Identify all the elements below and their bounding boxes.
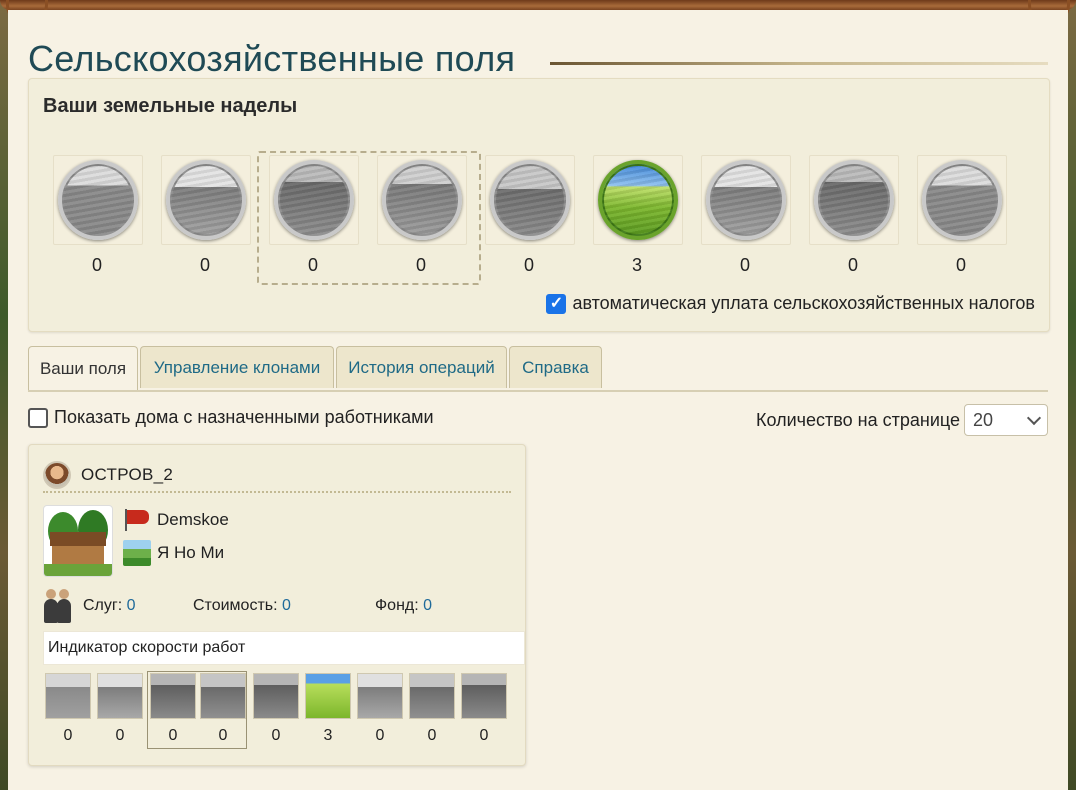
speed-label: Индикатор скорости работ bbox=[48, 639, 246, 656]
plot-tile[interactable]: 0 bbox=[917, 155, 1007, 277]
plots-heading: Ваши земельные наделы bbox=[43, 95, 298, 117]
flag-icon bbox=[123, 509, 151, 531]
show-houses-label: Показать дома с назначенными работниками bbox=[54, 407, 434, 427]
location-name[interactable]: Я Но Ми bbox=[157, 543, 224, 563]
planting-workers-icon bbox=[274, 160, 354, 240]
farmers-field-icon bbox=[490, 160, 570, 240]
cost-stat: Стоимость: 0 bbox=[193, 597, 291, 614]
decor-top-frame bbox=[0, 0, 1076, 25]
plot-count: 3 bbox=[631, 255, 642, 275]
avatar[interactable] bbox=[43, 461, 71, 489]
show-houses-checkbox[interactable] bbox=[28, 407, 48, 428]
grain-field-icon bbox=[357, 673, 403, 719]
fund-stat: Фонд: 0 bbox=[375, 597, 433, 614]
tab-history[interactable]: История операций bbox=[336, 346, 507, 388]
mini-plot: 0 bbox=[253, 673, 299, 745]
location-row: Я Но Ми bbox=[123, 540, 224, 566]
plot-tile[interactable]: 0 bbox=[701, 155, 791, 277]
plot-count: 0 bbox=[523, 255, 534, 275]
per-page-select[interactable]: 20 bbox=[964, 404, 1048, 436]
sowing-field-icon bbox=[200, 673, 246, 719]
plot-count: 0 bbox=[739, 255, 750, 275]
servants-icon bbox=[43, 589, 73, 623]
plot-tile[interactable]: 3 bbox=[593, 155, 683, 277]
plot-tile[interactable]: 0 bbox=[161, 155, 251, 277]
plot-count: 0 bbox=[307, 255, 318, 275]
mini-plot: 3 bbox=[305, 673, 351, 745]
servants-stat: Слуг: 0 bbox=[83, 597, 136, 614]
harvested-field-icon bbox=[461, 673, 507, 719]
green-field-icon bbox=[598, 160, 678, 240]
auto-tax-label: автоматическая уплата сельскохозяйственн… bbox=[572, 293, 1035, 313]
per-page-control: Количество на странице 20 bbox=[756, 404, 1048, 436]
planting-workers-icon bbox=[150, 673, 196, 719]
card-header: ОСТРОВ_2 bbox=[43, 459, 511, 493]
plowed-field-icon bbox=[58, 160, 138, 240]
plot-tile[interactable]: 0 bbox=[485, 155, 575, 277]
farmers-field-icon bbox=[253, 673, 299, 719]
card-stats: Слуг: 0 Стоимость: 0 Фонд: 0 bbox=[43, 589, 511, 623]
plot-tile[interactable]: 0 bbox=[269, 155, 359, 277]
owner-name[interactable]: Demskoe bbox=[157, 510, 229, 530]
per-page-label: Количество на странице bbox=[756, 409, 960, 430]
harvest-worker-icon bbox=[814, 160, 894, 240]
mini-plot: 0 bbox=[461, 673, 507, 745]
chevron-down-icon bbox=[1026, 410, 1042, 426]
fund-value: 0 bbox=[423, 597, 433, 614]
mini-plot: 0 bbox=[409, 673, 455, 745]
plot-count: 0 bbox=[199, 255, 210, 275]
grain-field-icon bbox=[706, 160, 786, 240]
speed-indicator: Индикатор скорости работ bbox=[43, 631, 525, 665]
sowing-field-icon bbox=[382, 160, 462, 240]
decor-left-border bbox=[0, 0, 8, 790]
per-page-value: 20 bbox=[973, 409, 994, 430]
servants-value: 0 bbox=[126, 597, 136, 614]
landscape-icon bbox=[123, 540, 151, 566]
show-houses-option[interactable]: Показать дома с назначенными работниками bbox=[28, 407, 434, 428]
plot-count: 0 bbox=[415, 255, 426, 275]
mini-plot: 0 bbox=[357, 673, 403, 745]
plot-tile[interactable]: 0 bbox=[377, 155, 467, 277]
mini-plot: 0 bbox=[200, 673, 246, 745]
plot-tile[interactable]: 0 bbox=[809, 155, 899, 277]
tab-help[interactable]: Справка bbox=[509, 346, 602, 388]
harvest-worker-icon bbox=[409, 673, 455, 719]
tab-your-fields[interactable]: Ваши поля bbox=[28, 346, 138, 390]
plot-tile[interactable]: 0 bbox=[53, 155, 143, 277]
tab-clone-management[interactable]: Управление клонами bbox=[140, 346, 334, 388]
page-title: Сельскохозяйственные поля bbox=[28, 38, 516, 79]
auto-tax-checkbox[interactable]: ✓ bbox=[546, 293, 567, 314]
mini-plot: 0 bbox=[45, 673, 91, 745]
house-icon[interactable] bbox=[43, 505, 113, 577]
green-field-icon bbox=[305, 673, 351, 719]
card-title[interactable]: ОСТРОВ_2 bbox=[81, 465, 173, 485]
plot-count: 0 bbox=[91, 255, 102, 275]
auto-tax-option[interactable]: ✓ автоматическая уплата сельскохозяйстве… bbox=[546, 293, 1035, 314]
furrowed-field-icon bbox=[97, 673, 143, 719]
mini-plot: 0 bbox=[150, 673, 196, 745]
decor-right-border bbox=[1068, 0, 1076, 790]
cost-value: 0 bbox=[282, 597, 291, 614]
plot-count: 0 bbox=[847, 255, 858, 275]
plot-count: 0 bbox=[955, 255, 966, 275]
mini-plot: 0 bbox=[97, 673, 143, 745]
title-divider bbox=[550, 62, 1048, 65]
plots-panel: Ваши земельные наделы 0 0 0 0 0 3 0 0 0 … bbox=[28, 78, 1050, 332]
house-card: ОСТРОВ_2 Demskoe Я Но Ми Слуг: 0 Стоимос… bbox=[28, 444, 526, 766]
plowed-field-icon bbox=[45, 673, 91, 719]
page: Сельскохозяйственные поля Ваши земельные… bbox=[8, 10, 1068, 790]
furrowed-field-icon bbox=[166, 160, 246, 240]
owner-row: Demskoe bbox=[123, 509, 229, 531]
harvested-field-icon bbox=[922, 160, 1002, 240]
tab-bar: Ваши поля Управление клонами История опе… bbox=[28, 346, 1048, 392]
